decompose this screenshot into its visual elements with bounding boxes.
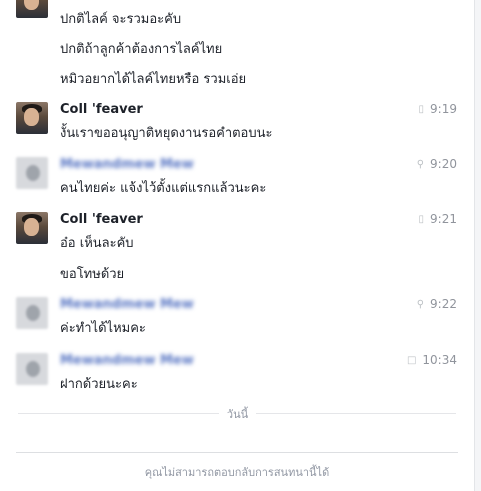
message-time: 9:21 — [430, 212, 457, 226]
location-pin-icon: ⚲ — [416, 298, 425, 310]
message-text: ขอโทษด้วย — [60, 267, 125, 282]
avatar[interactable] — [16, 157, 48, 189]
location-pin-icon: ⚲ — [416, 158, 425, 170]
avatar-face — [24, 218, 39, 236]
avatar[interactable] — [16, 212, 48, 244]
reply-disabled-bar: คุณไม่สามารถตอบกลับการสนทนานี้ได้ — [16, 452, 458, 487]
mobile-icon: ▯ — [418, 213, 425, 225]
avatar-face — [24, 0, 39, 10]
message-text: ค่ะทำได้ไหมคะ — [60, 321, 146, 336]
message-text: ปกติไลค์ จะรวมอะคับ — [60, 12, 182, 27]
message-meta: ⚲ 9:20 — [417, 157, 457, 171]
message-meta: ⚲ 9:22 — [417, 297, 457, 311]
avatar[interactable] — [16, 0, 48, 18]
reply-disabled-notice: คุณไม่สามารถตอบกลับการสนทนานี้ได้ — [144, 466, 330, 479]
sender-name[interactable]: Mewandmew Mew — [60, 353, 194, 368]
message-meta: ▯ 9:21 — [419, 212, 457, 226]
message-text: ฝากด้วยนะคะ — [60, 377, 138, 392]
date-divider: วันนี้ — [0, 405, 475, 423]
message-text: งั้นเราขออนุญาติหยุดงานรอคำตอบนะ — [60, 126, 273, 141]
message-time: 10:34 — [422, 353, 457, 367]
message-text: คนไทยค่ะ แจ้งไว้ตั้งแต่แรกแล้วนะคะ — [60, 181, 267, 196]
sender-name[interactable]: Coll 'feaver — [60, 102, 143, 117]
message-group: Coll 'feaver ▯ 9:19 งั้นเราขออนุญาติหยุด… — [0, 102, 475, 142]
avatar-face — [24, 108, 39, 126]
message-text: หมิวอยากได้ไลค์ไทยหรือ รวมเอ่ย — [60, 72, 247, 87]
avatar-placeholder — [26, 361, 40, 377]
mobile-icon: ▯ — [418, 103, 425, 115]
message-text: ปกติถ้าลูกค้าต้องการไลค์ไทย — [60, 42, 223, 57]
message-thread: ปกติไลค์ จะรวมอะคับ ปกติถ้าลูกค้าต้องการ… — [0, 0, 475, 440]
message-time: 9:22 — [430, 297, 457, 311]
chat-bubble-icon: □ — [406, 354, 417, 366]
message-meta: ▯ 9:19 — [419, 102, 457, 116]
scrollbar[interactable] — [474, 0, 481, 491]
avatar[interactable] — [16, 102, 48, 134]
message-group: Coll 'feaver ▯ 9:21 อ๋อ เห็นละคับ ขอโทษด… — [0, 212, 475, 282]
message-text: อ๋อ เห็นละคับ — [60, 236, 134, 251]
sender-name[interactable]: Coll 'feaver — [60, 212, 143, 227]
avatar[interactable] — [16, 297, 48, 329]
avatar-placeholder — [26, 305, 40, 321]
message-meta: □ 10:34 — [407, 353, 457, 367]
sender-name[interactable]: Mewandmew Mew — [60, 297, 194, 312]
message-group: Mewandmew Mew ⚲ 9:20 คนไทยค่ะ แจ้งไว้ตั้… — [0, 157, 475, 197]
date-divider-label: วันนี้ — [218, 408, 257, 421]
message-group: Mewandmew Mew □ 10:34 ฝากด้วยนะคะ — [0, 353, 475, 393]
message-time: 9:20 — [430, 157, 457, 171]
message-time: 9:19 — [430, 102, 457, 116]
avatar[interactable] — [16, 353, 48, 385]
sender-name[interactable]: Mewandmew Mew — [60, 157, 194, 172]
message-group: ปกติไลค์ จะรวมอะคับ ปกติถ้าลูกค้าต้องการ… — [0, 0, 475, 90]
avatar-placeholder — [26, 165, 40, 181]
message-group: Mewandmew Mew ⚲ 9:22 ค่ะทำได้ไหมคะ — [0, 297, 475, 337]
